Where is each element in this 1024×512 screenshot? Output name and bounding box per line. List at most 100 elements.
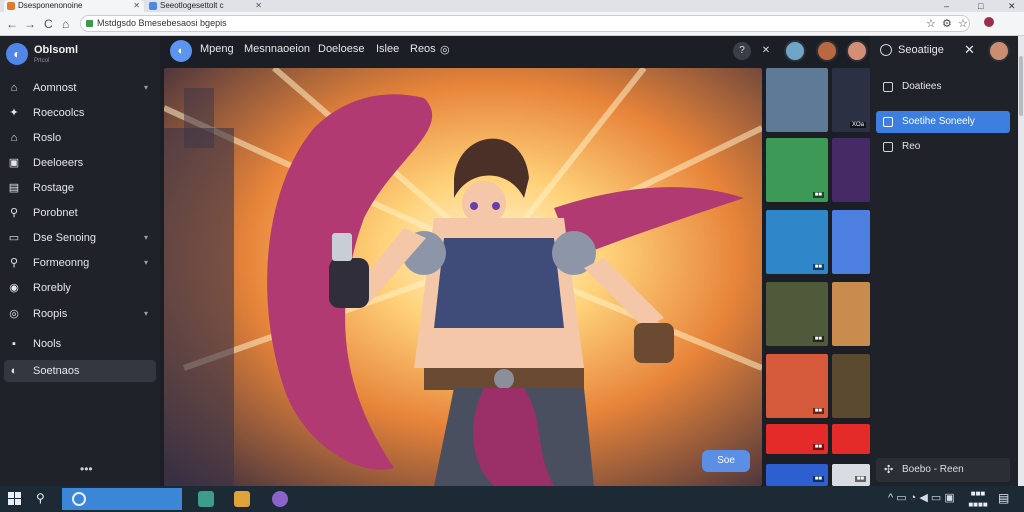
taskbar-search-icon[interactable]: ⚲ <box>36 491 45 505</box>
thumbnail-tag: XOa <box>849 122 866 128</box>
sidebar-item-label: Rorebly <box>33 282 71 294</box>
browser-profile-avatar[interactable] <box>982 15 996 29</box>
avatar[interactable] <box>988 40 1010 62</box>
camera-icon[interactable]: ◎ <box>440 43 450 56</box>
header-close-icon[interactable]: ✕ <box>757 42 775 60</box>
thumbnail[interactable] <box>832 210 870 274</box>
thumbnail[interactable] <box>832 138 870 202</box>
panel-item-icon <box>883 117 893 127</box>
target-icon: ◎ <box>9 308 19 320</box>
browser-toolbar: ← → C ⌂ Mstdgsdo Bmesebesaosi bgepis ☆ ⚙… <box>0 12 1024 36</box>
sidebar-item[interactable]: ⌂ Roslo <box>0 127 156 149</box>
thumbnail[interactable] <box>832 354 870 418</box>
minimize-icon[interactable]: – <box>944 0 949 12</box>
sidebar-item[interactable]: ⌂ Aomnost ▾ <box>0 77 156 99</box>
panel-item[interactable]: Reo <box>876 136 1010 158</box>
extensions-icon[interactable]: ⚙ <box>942 17 952 30</box>
sidebar-item[interactable]: ◎ Roopis ▾ <box>0 303 156 325</box>
panel-close-icon[interactable]: ✕ <box>964 42 975 58</box>
browser-tab-active[interactable]: Dsesponenonoine ✕ <box>4 0 144 12</box>
sidebar-item-label: Aomnost <box>33 82 77 94</box>
reading-list-icon[interactable]: ☆ <box>958 17 968 30</box>
brand[interactable]: ◐ Oblsoml Prtcol <box>6 40 156 68</box>
view-button[interactable]: Soe <box>702 450 750 472</box>
sidebar-item[interactable]: ▣ Deeloeers <box>0 152 156 174</box>
tv-icon: ▭ <box>8 232 20 244</box>
windows-start-icon[interactable] <box>8 492 22 506</box>
taskbar-app-icon[interactable] <box>272 491 288 507</box>
sidebar-item-label: Nools <box>33 338 62 350</box>
notification-icon[interactable]: ▤ <box>998 491 1009 505</box>
reload-icon[interactable]: C <box>44 16 53 32</box>
close-window-icon[interactable]: ✕ <box>1008 0 1016 12</box>
tab-favicon-icon <box>7 2 15 10</box>
taskbar-active-app[interactable] <box>62 488 182 510</box>
tab-close-icon[interactable]: ✕ <box>133 0 140 12</box>
thumbnail[interactable]: ■■ <box>766 464 828 486</box>
maximize-icon[interactable]: □ <box>978 0 983 12</box>
panel-title-text: Seoatiige <box>898 44 944 56</box>
clock-date: ■■■■ <box>968 500 988 509</box>
thumbnail-tag: ■■ <box>812 192 824 198</box>
panel-item-icon <box>883 142 893 152</box>
settings-icon: ◐ <box>10 365 18 377</box>
thumbnail[interactable]: XOa <box>832 68 870 132</box>
help-icon[interactable]: ? <box>733 42 751 60</box>
address-bar[interactable]: Mstdgsdo Bmesebesaosi bgepis <box>80 15 970 32</box>
panel-title: Seoatiige <box>878 42 944 58</box>
back-icon[interactable]: ← <box>6 16 18 32</box>
chevron-down-icon[interactable]: ▾ <box>144 303 148 325</box>
hero-illustration <box>164 68 762 486</box>
thumbnail[interactable] <box>766 68 828 132</box>
header-nav-2[interactable]: Mesnnaoeion <box>244 43 310 55</box>
clock-time: ■■■ <box>970 489 986 498</box>
thumbnail[interactable]: ■■ <box>766 354 828 418</box>
avatar[interactable] <box>816 40 838 62</box>
taskbar-app-icon[interactable] <box>198 491 214 507</box>
panel-item-label: Soetihe Soneely <box>902 116 975 127</box>
sidebar-item[interactable]: ▪ Nools <box>0 333 156 355</box>
thumbnail[interactable]: ■■ <box>832 464 870 486</box>
thumbnail[interactable]: ■■ <box>766 138 828 202</box>
panel-item[interactable]: Doatiees <box>876 76 1010 98</box>
sidebar-item[interactable]: ◉ Rorebly <box>0 277 156 299</box>
taskbar: ⚲ ^ ▭ ◔ ◀ ▭ ▣ ■■■ ■■■■ ▤ <box>0 486 1024 512</box>
browser-tab-strip: Dsesponenonoine ✕ Seeotlogesettolt c ✕ –… <box>0 0 1024 12</box>
chevron-down-icon[interactable]: ▾ <box>144 252 148 274</box>
sidebar-item[interactable]: ▭ Dse Senoing ▾ <box>0 227 156 249</box>
header-nav-1[interactable]: Mpeng <box>200 43 234 55</box>
header-nav-4[interactable]: Islee <box>376 43 399 55</box>
panel-footer-button[interactable]: ✣ Boebo - Reen <box>876 458 1010 482</box>
thumbnail[interactable] <box>832 282 870 346</box>
taskbar-clock[interactable]: ■■■ ■■■■ <box>962 488 994 510</box>
taskbar-app-icon[interactable] <box>234 491 250 507</box>
compass-icon: ✦ <box>9 107 19 119</box>
avatar[interactable] <box>846 40 868 62</box>
sidebar-more-icon[interactable]: ••• <box>80 462 93 476</box>
thumbnail[interactable]: ■■ <box>766 282 828 346</box>
thumbnail[interactable] <box>832 424 870 454</box>
header-nav-3[interactable]: Doeloese <box>318 43 364 55</box>
sidebar-item[interactable]: ⚲ Formeonng ▾ <box>0 252 156 274</box>
header-nav-5[interactable]: Reos <box>410 43 436 55</box>
chevron-down-icon[interactable]: ▾ <box>144 77 148 99</box>
avatar[interactable] <box>784 40 806 62</box>
thumbnail-tag: ■■ <box>812 444 824 450</box>
sidebar-item[interactable]: ⚲ Porobnet <box>0 202 156 224</box>
forward-icon[interactable]: → <box>24 16 36 32</box>
thumbnail[interactable]: ■■ <box>766 424 828 454</box>
home-icon[interactable]: ⌂ <box>62 16 69 32</box>
thumbnail[interactable]: ■■ <box>766 210 828 274</box>
sidebar-item[interactable]: ◐ Soetnaos <box>4 360 156 382</box>
browser-tab[interactable]: Seeotlogesettolt c ✕ <box>146 0 266 12</box>
chevron-down-icon[interactable]: ▾ <box>144 227 148 249</box>
page-scrollbar[interactable] <box>1018 36 1024 486</box>
header-logo-icon[interactable]: ◐ <box>170 40 192 62</box>
sidebar-item[interactable]: ▤ Rostage <box>0 177 156 199</box>
system-tray[interactable]: ^ ▭ ◔ ◀ ▭ ▣ <box>888 491 955 504</box>
bookmark-star-icon[interactable]: ☆ <box>926 17 936 30</box>
sidebar-item[interactable]: ✦ Roecoolcs <box>0 102 156 124</box>
tab-close-icon[interactable]: ✕ <box>255 0 262 12</box>
scrollbar-thumb[interactable] <box>1019 56 1023 116</box>
panel-item-active[interactable]: Soetihe Soneely <box>876 111 1010 133</box>
